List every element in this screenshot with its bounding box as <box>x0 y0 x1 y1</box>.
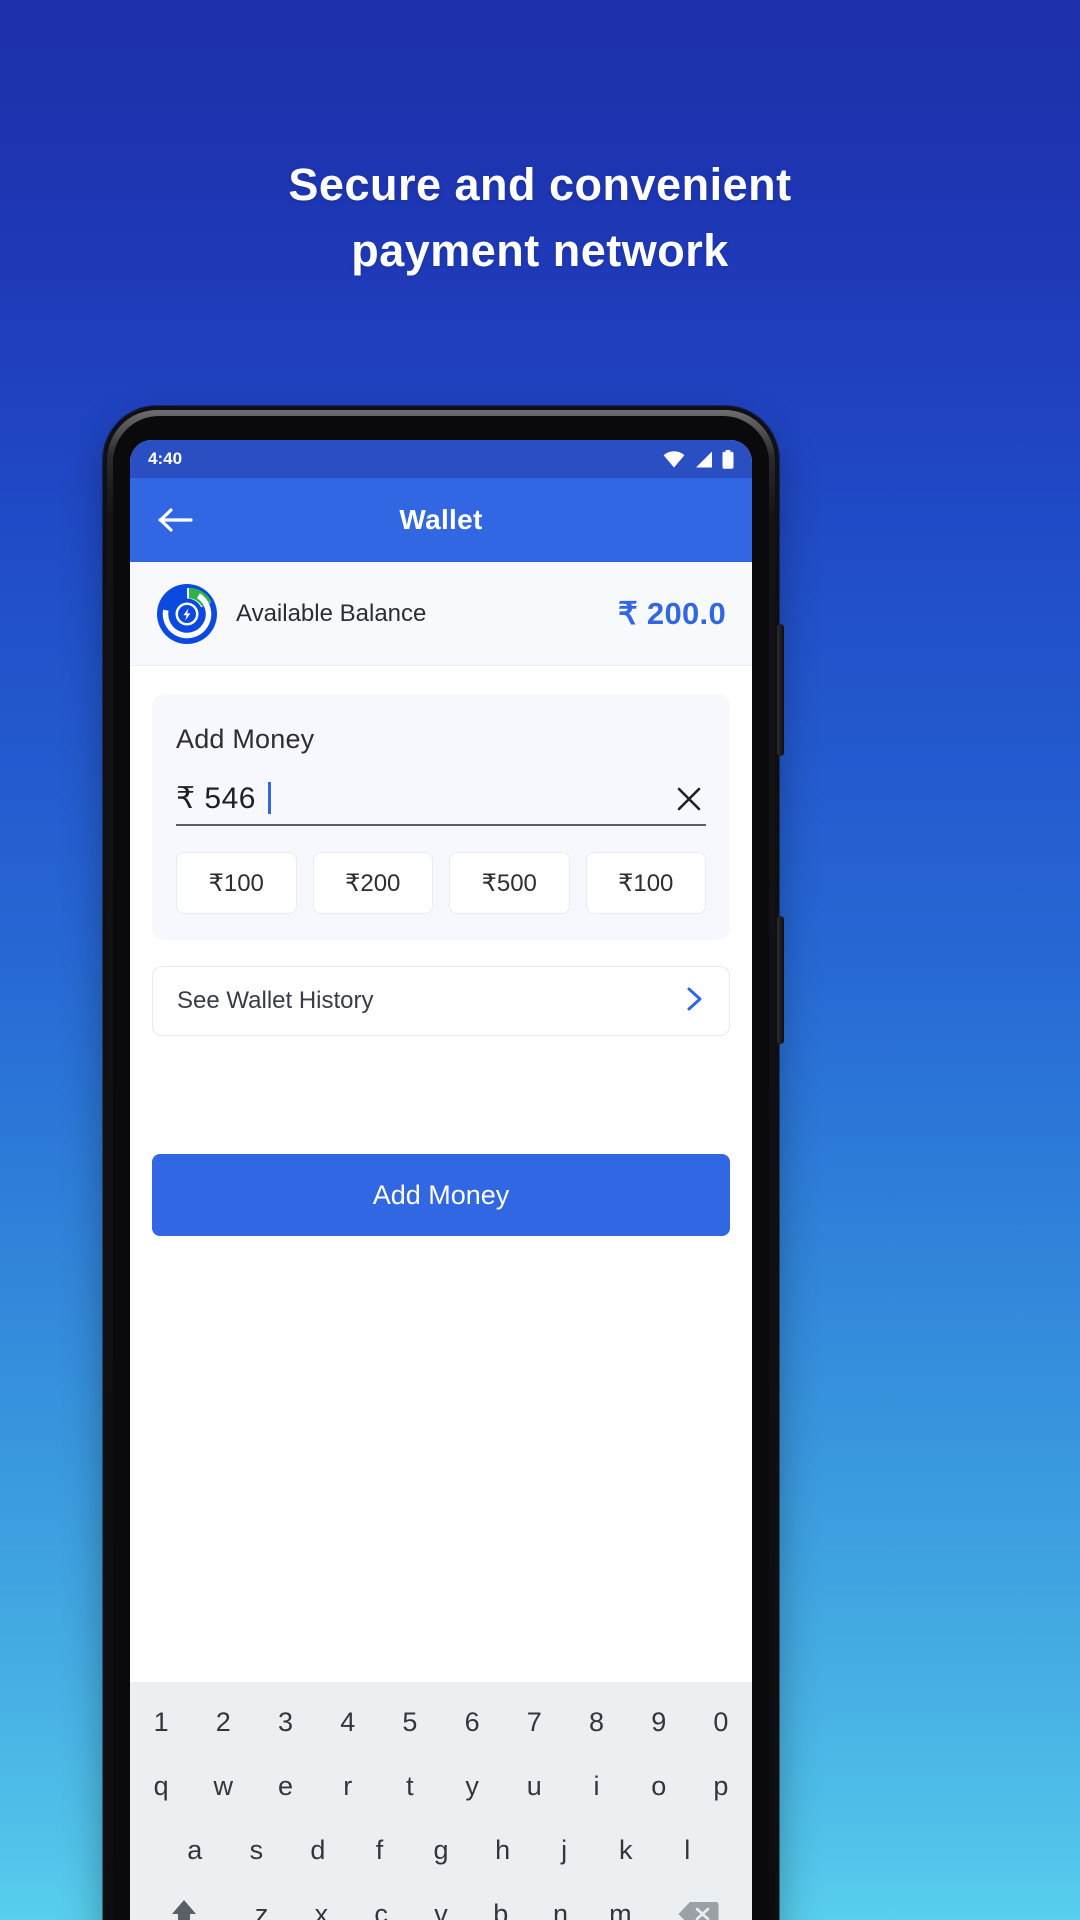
status-bar-icons <box>663 449 734 469</box>
key-9[interactable]: 9 <box>628 1690 690 1754</box>
app-logo-icon <box>156 583 218 645</box>
keyboard-row-qwerty: q w e r t y u i o p <box>130 1754 752 1818</box>
see-wallet-history-label: See Wallet History <box>177 987 374 1014</box>
promo-headline-line1: Secure and convenient <box>288 159 792 210</box>
available-balance-label: Available Balance <box>236 599 427 627</box>
key-5[interactable]: 5 <box>379 1690 441 1754</box>
phone-screen: 4:40 Wallet Available Balance ₹ 200.0 Ad… <box>130 440 752 1920</box>
see-wallet-history-row[interactable]: See Wallet History <box>152 966 730 1036</box>
cta-wrapper: Add Money <box>130 1154 752 1236</box>
chevron-right-icon <box>683 986 705 1017</box>
promo-headline: Secure and convenient payment network <box>0 152 1080 284</box>
key-j[interactable]: j <box>533 1818 595 1882</box>
key-k[interactable]: k <box>595 1818 657 1882</box>
app-bar: Wallet <box>130 478 752 562</box>
key-7[interactable]: 7 <box>503 1690 565 1754</box>
signal-icon <box>694 451 713 468</box>
on-screen-keyboard: 1 2 3 4 5 6 7 8 9 0 q w e r t y u i o p … <box>130 1682 752 1920</box>
amount-input-value: ₹ 546 <box>176 782 256 815</box>
available-balance-amount: ₹ 200.0 <box>617 595 726 631</box>
key-d[interactable]: d <box>287 1818 349 1882</box>
quick-amount-chips: ₹100 ₹200 ₹500 ₹100 <box>176 852 706 914</box>
back-arrow-icon[interactable] <box>154 498 198 542</box>
add-money-card: Add Money ₹ 546 ₹100 ₹200 ₹500 ₹100 <box>152 694 730 940</box>
key-l[interactable]: l <box>657 1818 719 1882</box>
key-p[interactable]: p <box>690 1754 752 1818</box>
status-bar-time: 4:40 <box>148 449 183 468</box>
key-n[interactable]: n <box>531 1882 591 1920</box>
battery-icon <box>722 449 734 469</box>
key-b[interactable]: b <box>471 1882 531 1920</box>
quick-amount-chip[interactable]: ₹100 <box>585 852 706 914</box>
key-u[interactable]: u <box>503 1754 565 1818</box>
promo-screenshot: Secure and convenient payment network 4:… <box>0 0 1080 1920</box>
key-v[interactable]: v <box>411 1882 471 1920</box>
amount-input-field[interactable]: ₹ 546 <box>176 781 706 826</box>
available-balance-row: Available Balance ₹ 200.0 <box>130 562 752 666</box>
key-q[interactable]: q <box>130 1754 192 1818</box>
quick-amount-chip[interactable]: ₹200 <box>312 852 433 914</box>
page-title: Wallet <box>399 504 483 535</box>
key-r[interactable]: r <box>317 1754 379 1818</box>
wifi-icon <box>663 450 685 468</box>
key-6[interactable]: 6 <box>441 1690 503 1754</box>
status-bar: 4:40 <box>130 440 752 478</box>
key-0[interactable]: 0 <box>690 1690 752 1754</box>
power-button[interactable] <box>777 624 784 756</box>
key-8[interactable]: 8 <box>565 1690 627 1754</box>
close-icon[interactable] <box>672 782 706 816</box>
key-m[interactable]: m <box>590 1882 650 1920</box>
key-w[interactable]: w <box>192 1754 254 1818</box>
quick-amount-chip[interactable]: ₹500 <box>449 852 570 914</box>
backspace-icon[interactable] <box>650 1882 746 1920</box>
key-c[interactable]: c <box>351 1882 411 1920</box>
key-o[interactable]: o <box>628 1754 690 1818</box>
shift-icon[interactable] <box>136 1882 232 1920</box>
phone-device-frame: 4:40 Wallet Available Balance ₹ 200.0 Ad… <box>103 406 784 1920</box>
key-f[interactable]: f <box>349 1818 411 1882</box>
key-2[interactable]: 2 <box>192 1690 254 1754</box>
key-i[interactable]: i <box>565 1754 627 1818</box>
add-money-button[interactable]: Add Money <box>152 1154 730 1236</box>
wallet-body: Add Money ₹ 546 ₹100 ₹200 ₹500 ₹100 See … <box>130 666 752 1036</box>
key-y[interactable]: y <box>441 1754 503 1818</box>
key-x[interactable]: x <box>291 1882 351 1920</box>
add-money-title: Add Money <box>176 724 315 754</box>
text-cursor <box>267 782 271 814</box>
keyboard-row-zxcv: z x c v b n m <box>130 1882 752 1920</box>
volume-button[interactable] <box>777 916 784 1044</box>
key-e[interactable]: e <box>254 1754 316 1818</box>
key-a[interactable]: a <box>164 1818 226 1882</box>
promo-headline-line2: payment network <box>351 225 729 276</box>
key-3[interactable]: 3 <box>254 1690 316 1754</box>
key-1[interactable]: 1 <box>130 1690 192 1754</box>
key-s[interactable]: s <box>226 1818 288 1882</box>
keyboard-row-numbers: 1 2 3 4 5 6 7 8 9 0 <box>130 1690 752 1754</box>
key-t[interactable]: t <box>379 1754 441 1818</box>
key-g[interactable]: g <box>410 1818 472 1882</box>
keyboard-row-asdf: a s d f g h j k l <box>130 1818 752 1882</box>
quick-amount-chip[interactable]: ₹100 <box>176 852 297 914</box>
key-h[interactable]: h <box>472 1818 534 1882</box>
key-4[interactable]: 4 <box>317 1690 379 1754</box>
key-z[interactable]: z <box>232 1882 292 1920</box>
